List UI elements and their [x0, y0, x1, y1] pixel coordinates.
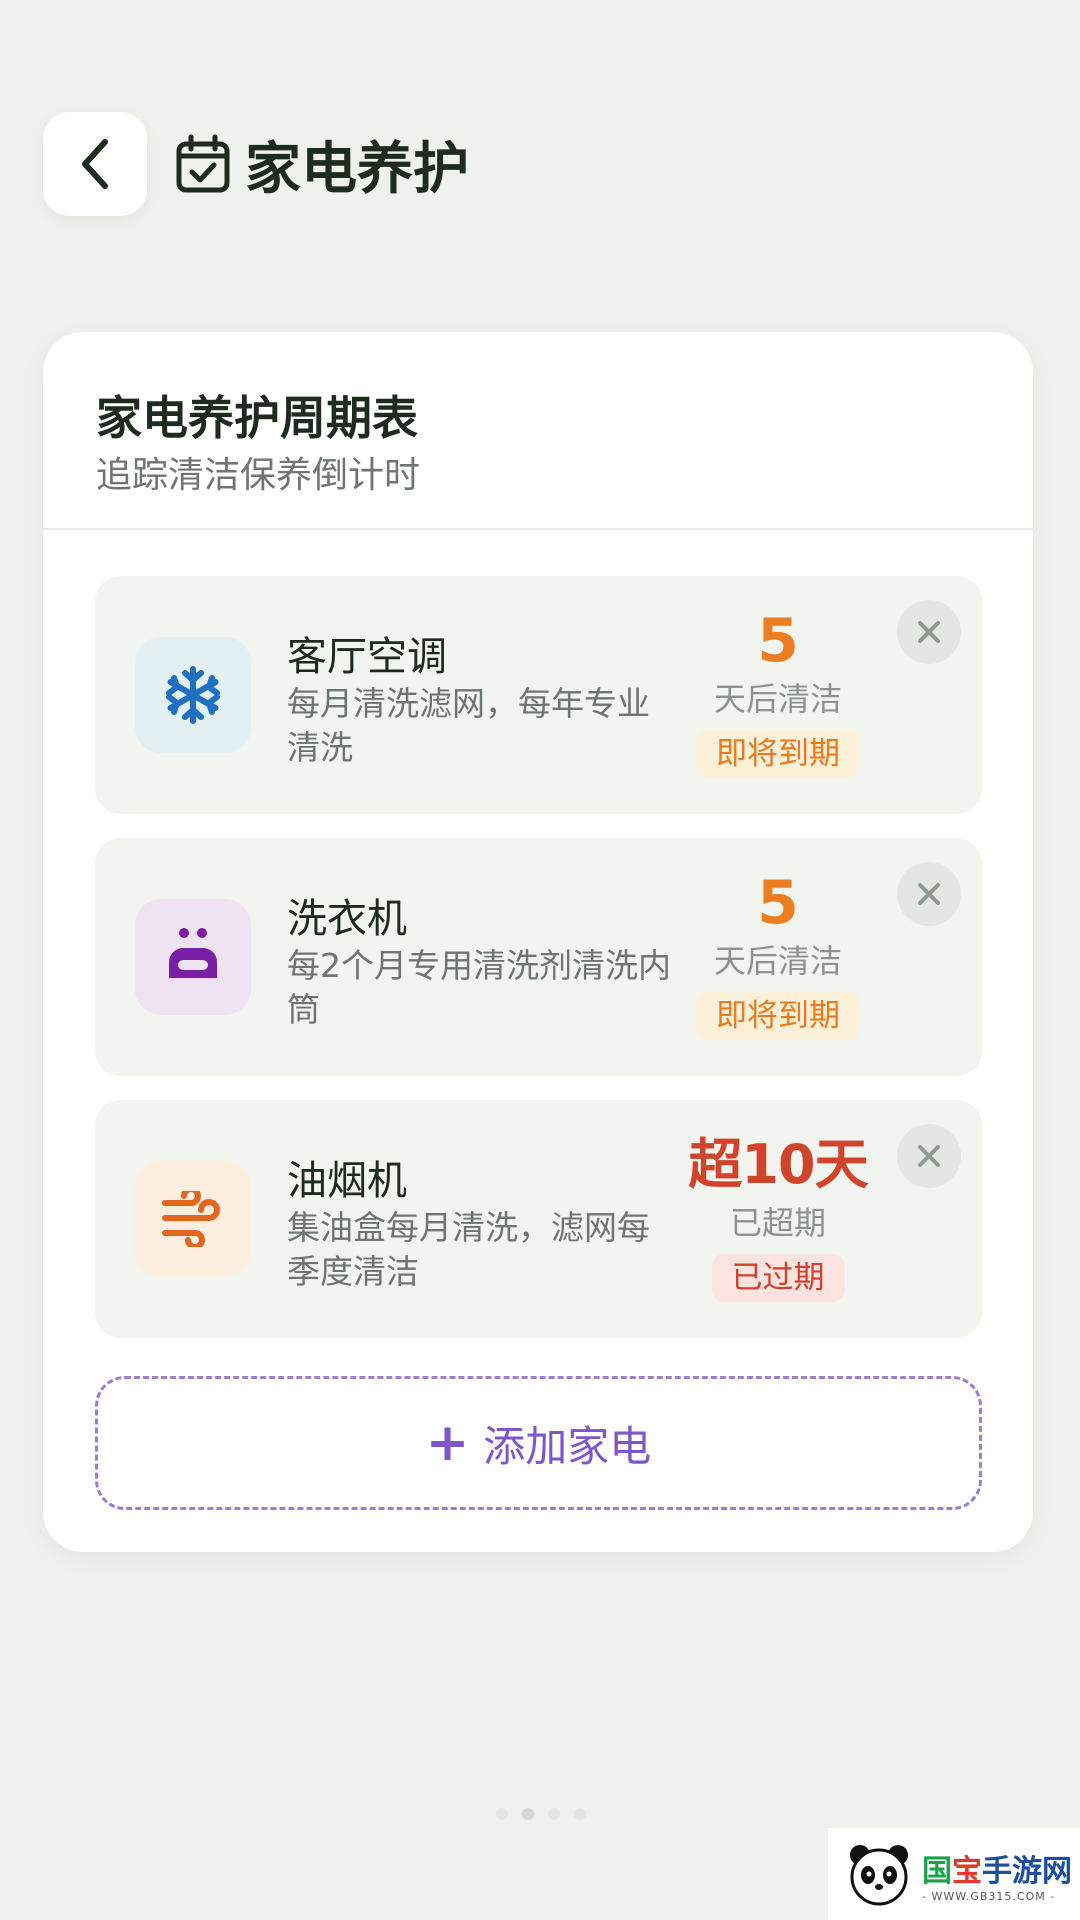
card-title: 家电养护周期表: [96, 391, 418, 445]
countdown-number: 5: [757, 868, 799, 938]
page-indicator: [496, 1808, 586, 1820]
countdown-status: 超10天 已超期 已过期: [687, 1128, 869, 1302]
calendar-check-icon: [175, 134, 231, 194]
countdown-status: 5 天后清洁 即将到期: [687, 604, 869, 778]
add-appliance-label: 添加家电: [483, 1421, 652, 1471]
card-header: 家电养护周期表 追踪清洁保养倒计时: [43, 332, 1033, 530]
washing-machine-icon: [135, 899, 251, 1015]
add-appliance-button[interactable]: + 添加家电: [95, 1376, 982, 1510]
delete-button[interactable]: [897, 600, 961, 664]
status-badge: 即将到期: [696, 730, 860, 778]
countdown-label: 天后清洁: [713, 680, 842, 718]
maintenance-card: 家电养护周期表 追踪清洁保养倒计时 客厅空调 每月清洗滤网，每年专业清洗 5 天…: [43, 332, 1033, 1552]
chevron-left-icon: [82, 139, 108, 189]
page-title: 家电养护: [245, 136, 469, 202]
back-button[interactable]: [43, 112, 147, 216]
status-badge: 已过期: [711, 1254, 845, 1302]
close-icon: [918, 1145, 940, 1167]
appliance-description: 每月清洗滤网，每年专业清洗: [287, 684, 650, 767]
appliance-item-range-hood[interactable]: 油烟机 集油盒每月清洗，滤网每季度清洁 超10天 已超期 已过期: [95, 1100, 982, 1338]
appliance-item-air-conditioner[interactable]: 客厅空调 每月清洗滤网，每年专业清洗 5 天后清洁 即将到期: [95, 576, 982, 814]
header: 家电养护: [43, 112, 469, 216]
plus-icon: +: [425, 1413, 470, 1473]
countdown-number: 5: [757, 606, 799, 676]
appliance-name: 油烟机: [287, 1158, 407, 1204]
card-subtitle: 追踪清洁保养倒计时: [96, 455, 421, 496]
appliance-item-washing-machine[interactable]: 洗衣机 每2个月专用清洗剂清洗内筒 5 天后清洁 即将到期: [95, 838, 982, 1076]
overdue-days: 超10天: [688, 1133, 868, 1196]
status-badge: 即将到期: [696, 992, 860, 1040]
wind-icon: [135, 1161, 251, 1277]
appliance-name: 客厅空调: [287, 634, 447, 680]
appliance-name: 洗衣机: [287, 896, 407, 942]
countdown-label: 已超期: [729, 1204, 826, 1242]
appliance-description: 集油盒每月清洗，滤网每季度清洁: [287, 1208, 650, 1291]
page-dot-active: [522, 1808, 534, 1820]
watermark-text: 国宝手游网 - WWW.GB315.COM -: [922, 1846, 1072, 1903]
page-dot: [548, 1808, 560, 1820]
watermark: 国宝手游网 - WWW.GB315.COM -: [828, 1828, 1080, 1920]
panda-logo-icon: [850, 1845, 908, 1906]
watermark-url: - WWW.GB315.COM -: [922, 1889, 1056, 1903]
appliance-description: 每2个月专用清洗剂清洗内筒: [287, 946, 671, 1029]
page-dot: [496, 1808, 508, 1820]
watermark-logo-text: 国宝手游网: [922, 1853, 1072, 1889]
countdown-label: 天后清洁: [713, 942, 842, 980]
snowflake-icon: [135, 637, 251, 753]
close-icon: [918, 883, 940, 905]
delete-button[interactable]: [897, 1124, 961, 1188]
countdown-status: 5 天后清洁 即将到期: [687, 866, 869, 1040]
page-dot: [574, 1808, 586, 1820]
delete-button[interactable]: [897, 862, 961, 926]
close-icon: [918, 621, 940, 643]
